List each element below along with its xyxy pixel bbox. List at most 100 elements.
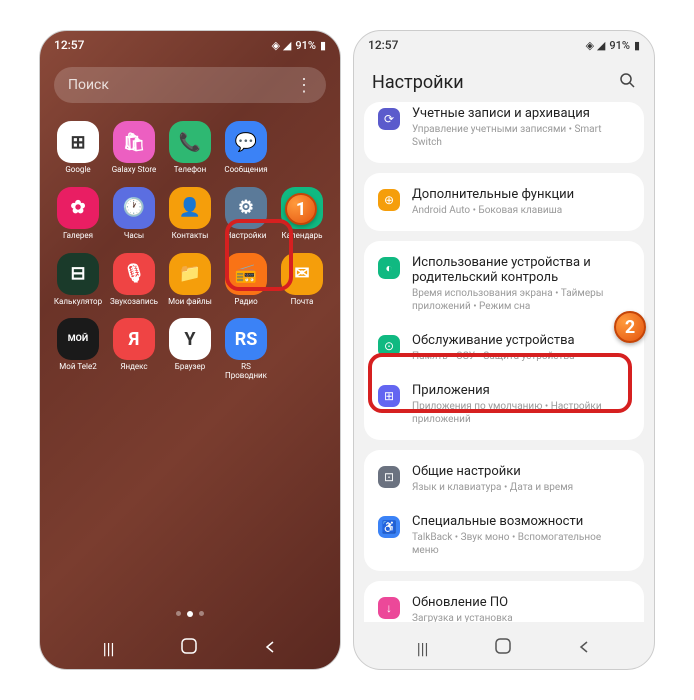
app-item[interactable]: 🕐 Часы <box>108 187 160 241</box>
settings-item-title: Обслуживание устройства <box>412 333 630 348</box>
settings-item[interactable]: ↓Обновление ПОЗагрузка и установка <box>364 585 644 622</box>
app-item[interactable]: 🛍 Galaxy Store <box>108 121 160 175</box>
status-indicators: ◈ ◢ 91% ▮ <box>586 39 640 52</box>
app-label: Галерея <box>63 232 93 241</box>
app-item[interactable]: 📁Мои файлы <box>164 253 216 307</box>
phone-home-screen: 12:57 ◈ ◢ 91% ▮ Поиск ⋮ ⊞Google🛍Galaxy S… <box>39 30 341 670</box>
page-dot[interactable] <box>176 611 181 616</box>
settings-item-icon: ⊕ <box>378 189 400 211</box>
search-placeholder: Поиск <box>68 77 109 93</box>
app-icon: ✿ <box>57 187 99 229</box>
app-item[interactable]: Y Браузер <box>164 318 216 381</box>
app-label: Календарь <box>282 232 323 241</box>
settings-item-text: ПриложенияПриложения по умолчанию • Наст… <box>412 383 630 426</box>
settings-item-text: Обслуживание устройства Память • ОЗУ • За… <box>412 333 630 363</box>
app-icon: ⊞ <box>57 121 99 163</box>
status-time: 12:57 <box>368 38 398 52</box>
app-item[interactable]: 🎙 Звукозапись <box>108 253 160 307</box>
app-icon: 🕐 <box>113 187 155 229</box>
wifi-icon: ◈ ◢ <box>272 39 292 52</box>
settings-item-title: Приложения <box>412 383 630 398</box>
search-icon[interactable] <box>618 71 636 94</box>
app-icon: МОЙ <box>57 318 99 360</box>
settings-item[interactable]: ⊕ Дополнительные функцииAndroid Auto • Бо… <box>364 177 644 227</box>
app-item[interactable]: ✉Почта <box>276 253 328 307</box>
app-item[interactable]: 💬Сообщения <box>220 121 272 175</box>
settings-item-title: Общие настройки <box>412 464 630 479</box>
navigation-bar: ||| <box>40 627 340 669</box>
app-icon: ⊟ <box>57 253 99 295</box>
settings-group: ⊡ Общие настройки Язык и клавиатура • Дата… <box>364 450 644 571</box>
app-label: Galaxy Store <box>112 166 157 175</box>
app-icon: Я <box>113 318 155 360</box>
callout-1: 1 <box>285 193 317 225</box>
app-item[interactable]: ✿ Галерея <box>52 187 104 241</box>
app-label: RS Проводник <box>220 363 272 381</box>
app-item[interactable]: МОЙ Мой Tele2 <box>52 318 104 381</box>
settings-item-text: Дополнительные функцииAndroid Auto • Бок… <box>412 187 630 217</box>
settings-item-icon: ◐ <box>378 257 400 279</box>
settings-item-title: Специальные возможности <box>412 514 630 529</box>
status-time: 12:57 <box>54 38 84 52</box>
app-label: Мой Tele2 <box>59 363 96 372</box>
app-grid: ⊞Google🛍 Galaxy Store 📞Телефон💬Сообщения ✿ Г… <box>40 111 340 391</box>
settings-item[interactable]: ⊞ПриложенияПриложения по умолчанию • Нас… <box>364 373 644 436</box>
settings-header: Настройки <box>354 59 654 102</box>
recent-apps-button[interactable]: ||| <box>103 639 115 658</box>
app-icon: 👤 <box>169 187 211 229</box>
app-label: Калькулятор <box>54 298 102 307</box>
settings-item[interactable]: ⊙Обслуживание устройстваПамять • ОЗУ • З… <box>364 323 644 373</box>
page-indicator <box>176 611 204 617</box>
app-icon: RS <box>225 318 267 360</box>
app-label: Мои файлы <box>168 298 212 307</box>
callout-2: 2 <box>614 311 646 343</box>
settings-item-title: Обновление ПО <box>412 595 630 610</box>
settings-item-subtitle: Память • ОЗУ • Защита устройства <box>412 350 630 363</box>
app-item[interactable]: ЯЯндекс <box>108 318 160 381</box>
navigation-bar: ||| <box>354 627 654 669</box>
home-button[interactable] <box>180 637 198 659</box>
settings-item-text: Специальные возможностиTalkBack • Звук м… <box>412 514 630 557</box>
settings-item-icon: ⊡ <box>378 466 400 488</box>
settings-item[interactable]: ⊡ Общие настройки Язык и клавиатура • Дата… <box>364 454 644 504</box>
app-item[interactable]: RS RS Проводник <box>220 318 272 381</box>
app-icon: ✉ <box>281 253 323 295</box>
app-icon: 💬 <box>225 121 267 163</box>
settings-item-subtitle: Загрузка и установка <box>412 612 630 622</box>
settings-item[interactable]: ◐ Использование устройства и родительский… <box>364 245 644 323</box>
settings-item-icon: ⟳ <box>378 108 400 130</box>
settings-group: ◐ Использование устройства и родительский… <box>364 241 644 440</box>
app-icon: 🛍 <box>113 121 155 163</box>
app-label: Контакты <box>172 232 209 241</box>
settings-list: ⟳Учетные записи и архивацияУправление уч… <box>354 102 654 622</box>
settings-item-subtitle: Время использования экрана • Таймеры при… <box>412 287 630 313</box>
settings-item-title: Использование устройства и родительский … <box>412 255 630 285</box>
app-item[interactable]: ⚙Настройки <box>220 187 272 241</box>
home-button[interactable] <box>494 637 512 659</box>
app-icon: 📻 <box>225 253 267 295</box>
page-dot-active[interactable] <box>187 611 193 617</box>
app-item[interactable]: ⊞Google <box>52 121 104 175</box>
page-dot[interactable] <box>199 611 204 616</box>
app-item[interactable]: 📞Телефон <box>164 121 216 175</box>
settings-item[interactable]: ⟳Учетные записи и архивацияУправление уч… <box>364 106 644 159</box>
settings-item-subtitle: Язык и клавиатура • Дата и время <box>412 481 630 494</box>
app-label: Звукозапись <box>110 298 158 307</box>
back-button[interactable] <box>263 639 277 658</box>
settings-group: ⟳Учетные записи и архивацияУправление уч… <box>364 102 644 163</box>
app-icon: Y <box>169 318 211 360</box>
app-item[interactable]: 👤 Контакты <box>164 187 216 241</box>
recent-apps-button[interactable]: ||| <box>417 639 429 658</box>
app-label: Браузер <box>175 363 205 372</box>
menu-dots-icon[interactable]: ⋮ <box>295 75 312 96</box>
settings-item-text: Использование устройства и родительский … <box>412 255 630 313</box>
app-icon: 🎙 <box>113 253 155 295</box>
settings-item-text: Общие настройки Язык и клавиатура • Дата … <box>412 464 630 494</box>
app-icon: 📞 <box>169 121 211 163</box>
app-item[interactable]: ⊟ Калькулятор <box>52 253 104 307</box>
app-item[interactable]: 📻Радио <box>220 253 272 307</box>
settings-item[interactable]: ♿Специальные возможностиTalkBack • Звук … <box>364 504 644 567</box>
back-button[interactable] <box>577 639 591 658</box>
search-bar[interactable]: Поиск ⋮ <box>54 67 326 103</box>
app-label: Часы <box>124 232 144 241</box>
